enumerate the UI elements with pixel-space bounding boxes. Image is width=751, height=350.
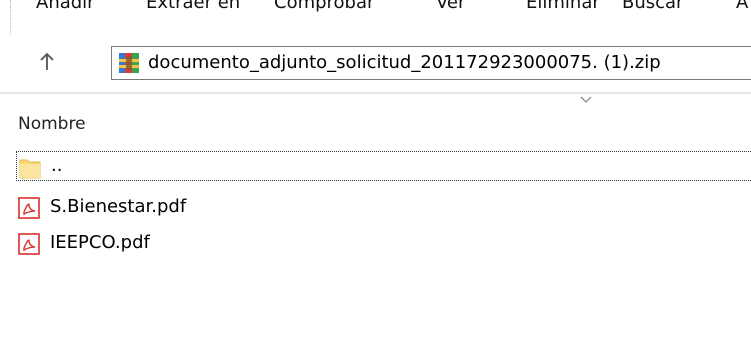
list-item-file[interactable]: S.Bienestar.pdf: [16, 193, 751, 223]
arrow-up-icon[interactable]: [36, 52, 58, 74]
toolbar-test-button[interactable]: Comprobar: [274, 0, 374, 13]
toolbar-delete-button[interactable]: Eliminar: [526, 0, 600, 13]
toolbar-more-button[interactable]: A: [736, 0, 748, 13]
folder-icon: [19, 156, 41, 179]
list-item-parent-folder[interactable]: ..: [16, 151, 751, 181]
list-item-name: S.Bienestar.pdf: [50, 196, 187, 217]
toolbar-find-button[interactable]: Buscar: [622, 0, 683, 13]
pdf-icon: [18, 233, 40, 255]
toolbar-add-button[interactable]: Añadir: [36, 0, 95, 13]
toolbar: Añadir Extraer en Comprobar Ver Eliminar…: [0, 0, 751, 26]
address-bar: documento_adjunto_solicitud_201172923000…: [0, 34, 751, 92]
chevron-down-icon[interactable]: [580, 96, 592, 104]
winrar-archive-icon: [119, 53, 139, 73]
header-separator: [0, 92, 751, 94]
toolbar-view-button[interactable]: Ver: [436, 0, 465, 13]
list-item-name: ..: [51, 155, 63, 176]
toolbar-extract-button[interactable]: Extraer en: [146, 0, 240, 13]
archive-path-text: documento_adjunto_solicitud_201172923000…: [148, 52, 661, 73]
pdf-icon: [18, 197, 40, 219]
list-item-name: IEEPCO.pdf: [50, 232, 150, 253]
column-header-name[interactable]: Nombre: [18, 114, 86, 134]
archive-path-field[interactable]: documento_adjunto_solicitud_201172923000…: [111, 46, 751, 80]
list-item-file[interactable]: IEEPCO.pdf: [16, 229, 751, 259]
